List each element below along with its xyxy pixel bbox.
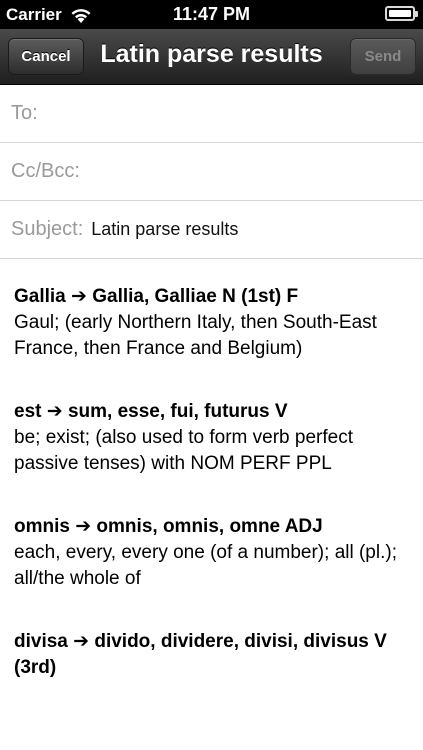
cc-bcc-field[interactable]: Cc/Bcc: — [0, 143, 423, 201]
status-time: 11:47 PM — [172, 4, 251, 24]
navigation-bar: Cancel Latin parse results Send — [0, 29, 423, 85]
send-button[interactable]: Send — [350, 38, 416, 75]
battery-icon — [385, 6, 418, 21]
cc-bcc-input[interactable] — [79, 150, 423, 193]
subject-value[interactable]: Latin parse results — [91, 219, 238, 240]
entry-headword: est ➔ sum, esse, fui, futurus V — [14, 401, 288, 422]
entry-headword: divisa ➔ divido, dividere, divisi, divis… — [14, 631, 387, 678]
subject-field[interactable]: Subject: Latin parse results — [0, 201, 423, 259]
entry-headword: Gallia ➔ Gallia, Galliae N (1st) F — [14, 286, 299, 307]
to-label: To: — [11, 102, 38, 124]
list-item: omnis ➔ omnis, omnis, omne ADJ each, eve… — [14, 514, 414, 592]
message-body[interactable]: Gallia ➔ Gallia, Galliae N (1st) F Gaul;… — [14, 284, 414, 718]
list-item: divisa ➔ divido, dividere, divisi, divis… — [14, 629, 414, 681]
subject-label: Subject: — [11, 218, 84, 240]
status-bar: Carrier 11:47 PM — [0, 0, 423, 29]
cc-bcc-label: Cc/Bcc: — [11, 160, 80, 182]
entry-definition: be; exist; (also used to form verb perfe… — [14, 427, 353, 474]
to-input[interactable] — [37, 92, 423, 135]
entry-definition: Gaul; (early Northern Italy, then South-… — [14, 312, 377, 359]
to-field[interactable]: To: — [0, 85, 423, 143]
list-item: Gallia ➔ Gallia, Galliae N (1st) F Gaul;… — [14, 284, 414, 362]
entry-headword: omnis ➔ omnis, omnis, omne ADJ — [14, 516, 323, 537]
entry-definition: each, every, every one (of a number); al… — [14, 542, 397, 589]
list-item: est ➔ sum, esse, fui, futurus V be; exis… — [14, 399, 414, 477]
